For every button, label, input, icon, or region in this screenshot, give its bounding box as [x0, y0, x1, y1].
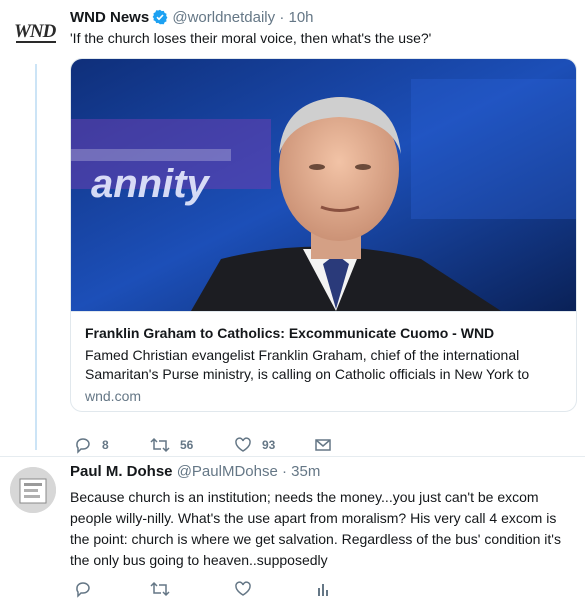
reply-icon: [74, 580, 92, 598]
message-button[interactable]: [314, 434, 332, 456]
tweet1-actions: 8 56 93: [74, 434, 554, 456]
retweet-button[interactable]: [150, 578, 170, 600]
retweet-count: 56: [180, 438, 194, 452]
separator-dot: ·: [279, 9, 285, 26]
wnd-logo-text: WND: [14, 21, 56, 42]
author-name[interactable]: Paul M. Dohse: [70, 463, 173, 480]
retweet-button[interactable]: 56: [150, 434, 193, 456]
analytics-icon: [314, 580, 332, 598]
like-button[interactable]: 93: [234, 434, 275, 456]
thread-connector: [35, 64, 37, 450]
author-handle[interactable]: @PaulMDohse: [177, 463, 278, 480]
like-button[interactable]: [234, 578, 252, 600]
card-domain: wnd.com: [85, 388, 142, 404]
card-description: Famed Christian evangelist Franklin Grah…: [85, 347, 530, 382]
separator-dot: ·: [281, 463, 287, 480]
card-body: Franklin Graham to Catholics: Excommunic…: [71, 311, 576, 411]
card-image: annity: [71, 59, 576, 311]
wnd-avatar[interactable]: WND: [14, 21, 58, 43]
retweet-icon: [150, 436, 170, 454]
timestamp[interactable]: 35m: [291, 463, 320, 480]
tweet2-actions: [74, 578, 554, 600]
reply-button[interactable]: 8: [74, 434, 109, 456]
like-icon: [234, 436, 252, 454]
author-handle[interactable]: @worldnetdaily: [172, 9, 275, 26]
reply-button[interactable]: [74, 578, 92, 600]
tweet1-header: WND News @worldnetdaily · 10h: [70, 8, 314, 31]
reply-icon: [74, 436, 92, 454]
author-name[interactable]: WND News: [70, 9, 149, 26]
tweet2-header: Paul M. Dohse @PaulMDohse · 35m: [70, 462, 320, 482]
retweet-icon: [150, 580, 170, 598]
tweet-text: 'If the church loses their moral voice, …: [70, 30, 432, 46]
like-icon: [234, 580, 252, 598]
link-card[interactable]: annity Franklin Graham to Catholics: Exc…: [70, 58, 577, 412]
tweet-divider: [0, 456, 585, 457]
avatar[interactable]: [10, 467, 56, 513]
background-show-text: annity: [91, 162, 211, 206]
timestamp[interactable]: 10h: [288, 9, 313, 26]
message-icon: [314, 436, 332, 454]
tweet-text: Because church is an institution; needs …: [70, 489, 561, 568]
like-count: 93: [262, 438, 276, 452]
analytics-button[interactable]: [314, 578, 332, 600]
verified-icon: [152, 9, 168, 31]
reply-count: 8: [102, 438, 109, 452]
card-title[interactable]: Franklin Graham to Catholics: Excommunic…: [85, 324, 494, 342]
logo-underline: [16, 41, 56, 43]
